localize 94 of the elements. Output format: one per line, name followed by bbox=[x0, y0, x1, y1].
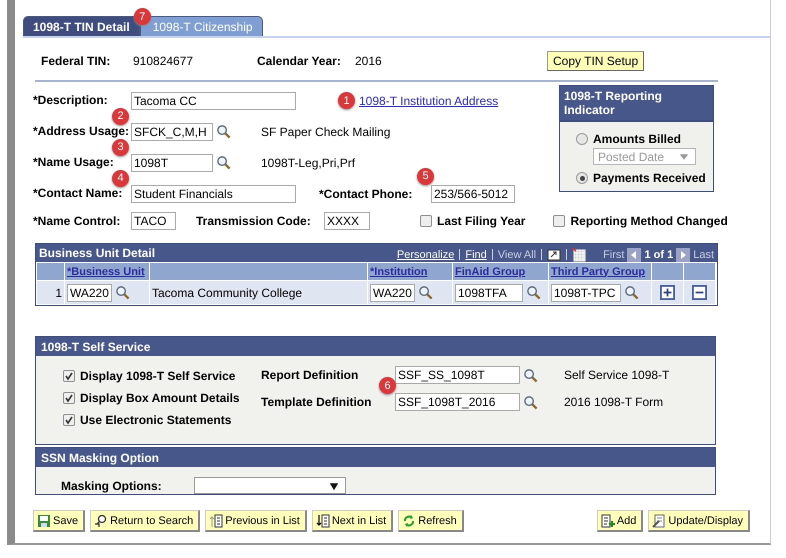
search-icon[interactable] bbox=[526, 285, 541, 300]
checkbox[interactable] bbox=[63, 370, 75, 382]
field-label: *Name Usage: bbox=[33, 156, 115, 169]
text-field[interactable]: TACO bbox=[131, 212, 176, 230]
checkbox-label: Use Electronic Statements bbox=[80, 413, 232, 427]
document-icon bbox=[209, 514, 224, 528]
field-description: SF Paper Check Mailing bbox=[261, 124, 390, 138]
field-label: *Name Control: bbox=[33, 214, 122, 228]
field-description: 2016 1098-T Form bbox=[564, 395, 664, 409]
field-label: *Contact Phone: bbox=[319, 186, 414, 200]
field-label: *Address Usage: bbox=[33, 125, 130, 138]
add-button[interactable]: Add bbox=[596, 510, 644, 532]
checkbox[interactable] bbox=[420, 215, 432, 227]
checkbox-label: Display 1098-T Self Service bbox=[80, 369, 236, 383]
find-link[interactable]: Find bbox=[465, 248, 487, 260]
text-field[interactable]: SSF_SS_1098T bbox=[395, 366, 520, 384]
callout-badge: 3 bbox=[112, 138, 129, 156]
copy-button[interactable]: Copy TIN Setup bbox=[547, 51, 644, 71]
page-count: 1 of 1 bbox=[644, 248, 674, 260]
add-row-icon[interactable] bbox=[660, 285, 675, 300]
field-label: Federal TIN: bbox=[41, 54, 112, 68]
text-field[interactable]: WA220 bbox=[370, 284, 415, 302]
field-label: *Contact Name: bbox=[33, 187, 124, 200]
field-label: Report Definition bbox=[261, 368, 360, 382]
text-field[interactable]: SFCK_C,M,H bbox=[131, 122, 213, 140]
checkbox[interactable] bbox=[63, 392, 75, 404]
view-all-link[interactable]: View All bbox=[498, 248, 536, 260]
field-label: Calendar Year: bbox=[257, 54, 342, 68]
search-icon[interactable] bbox=[624, 285, 639, 300]
field-description: Self Service 1098-T bbox=[564, 368, 670, 382]
field-description: 1098T-Leg,Pri,Prf bbox=[261, 156, 356, 170]
text-field[interactable]: Tacoma CC bbox=[131, 92, 296, 110]
return-to-search-button[interactable]: Return to Search bbox=[90, 510, 200, 532]
search-icon[interactable] bbox=[418, 285, 433, 300]
search-icon[interactable] bbox=[523, 394, 538, 410]
document-icon bbox=[316, 514, 330, 528]
checkbox[interactable] bbox=[63, 414, 75, 426]
checkbox-label: Display Box Amount Details bbox=[80, 391, 240, 405]
checkbox-label: Reporting Method Changed bbox=[570, 214, 728, 228]
callout-badge: 2 bbox=[112, 108, 129, 124]
field-value: 2016 bbox=[355, 54, 383, 68]
search-icon[interactable] bbox=[216, 155, 231, 170]
checkbox[interactable] bbox=[553, 215, 566, 227]
callout-badge: 4 bbox=[112, 170, 129, 186]
field-label: Transmission Code: bbox=[196, 214, 312, 228]
radio-button[interactable] bbox=[576, 172, 588, 184]
text-field[interactable]: WA220 bbox=[67, 284, 112, 302]
field-label: Masking Options: bbox=[61, 478, 163, 492]
document-icon bbox=[652, 514, 666, 528]
panel-title: 1098-T Reporting Indicator bbox=[560, 86, 713, 122]
callout-badge: 5 bbox=[417, 168, 434, 184]
search-icon[interactable] bbox=[523, 368, 538, 382]
refresh-button[interactable]: Refresh bbox=[398, 510, 464, 532]
callout-badge: 7 bbox=[134, 8, 151, 25]
masking-select[interactable] bbox=[194, 477, 346, 494]
row-number: 1 bbox=[55, 286, 62, 300]
text-field[interactable]: SSF_1098T_2016 bbox=[395, 393, 520, 411]
search-icon bbox=[94, 514, 108, 528]
next-in-list-button[interactable]: Next in List bbox=[312, 510, 394, 532]
save-button[interactable]: Save bbox=[33, 510, 86, 532]
save-icon bbox=[37, 514, 51, 528]
callout-badge: 6 bbox=[379, 377, 396, 394]
last-label: Last bbox=[693, 248, 714, 260]
field-label: Template Definition bbox=[261, 395, 372, 409]
update-display-button[interactable]: Update/Display bbox=[648, 510, 750, 532]
text-field[interactable]: Student Financials bbox=[131, 184, 296, 202]
tab[interactable]: 1098-T TIN Detail bbox=[23, 16, 140, 36]
delete-row-icon[interactable] bbox=[692, 285, 707, 300]
field-value: 910824677 bbox=[133, 54, 194, 68]
radio-button[interactable] bbox=[576, 133, 588, 145]
add-document-icon bbox=[600, 514, 615, 528]
text-field[interactable]: 1098T-TPC bbox=[551, 284, 621, 302]
text-field[interactable]: 253/566-5012 bbox=[431, 184, 515, 202]
panel-title: SSN Masking Option bbox=[36, 448, 715, 467]
zoom-window-icon[interactable] bbox=[547, 248, 562, 262]
field-label: *Description: bbox=[33, 94, 109, 107]
first-label: First bbox=[603, 248, 624, 260]
option-label: Payments Received bbox=[593, 171, 706, 185]
table-cell: Tacoma Community College bbox=[152, 286, 302, 300]
spreadsheet-icon[interactable] bbox=[572, 248, 586, 262]
text-field[interactable]: 1098TFA bbox=[455, 284, 523, 302]
refresh-icon bbox=[402, 514, 416, 528]
text-field[interactable]: 1098T bbox=[131, 154, 213, 172]
institution-address-link[interactable]: 1098-T Institution Address bbox=[359, 94, 498, 108]
text-field[interactable]: XXXX bbox=[324, 212, 370, 230]
personalize-link[interactable]: Personalize bbox=[396, 248, 454, 260]
previous-in-list-button[interactable]: Previous in List bbox=[205, 510, 307, 532]
search-icon[interactable] bbox=[216, 124, 231, 139]
grid-title: Business Unit Detail bbox=[39, 246, 156, 260]
panel-title: 1098-T Self Service bbox=[36, 337, 715, 356]
option-label: Amounts Billed bbox=[593, 132, 682, 146]
checkbox-label: Last Filing Year bbox=[437, 214, 526, 228]
search-icon[interactable] bbox=[115, 285, 130, 300]
callout-badge: 1 bbox=[338, 92, 355, 109]
